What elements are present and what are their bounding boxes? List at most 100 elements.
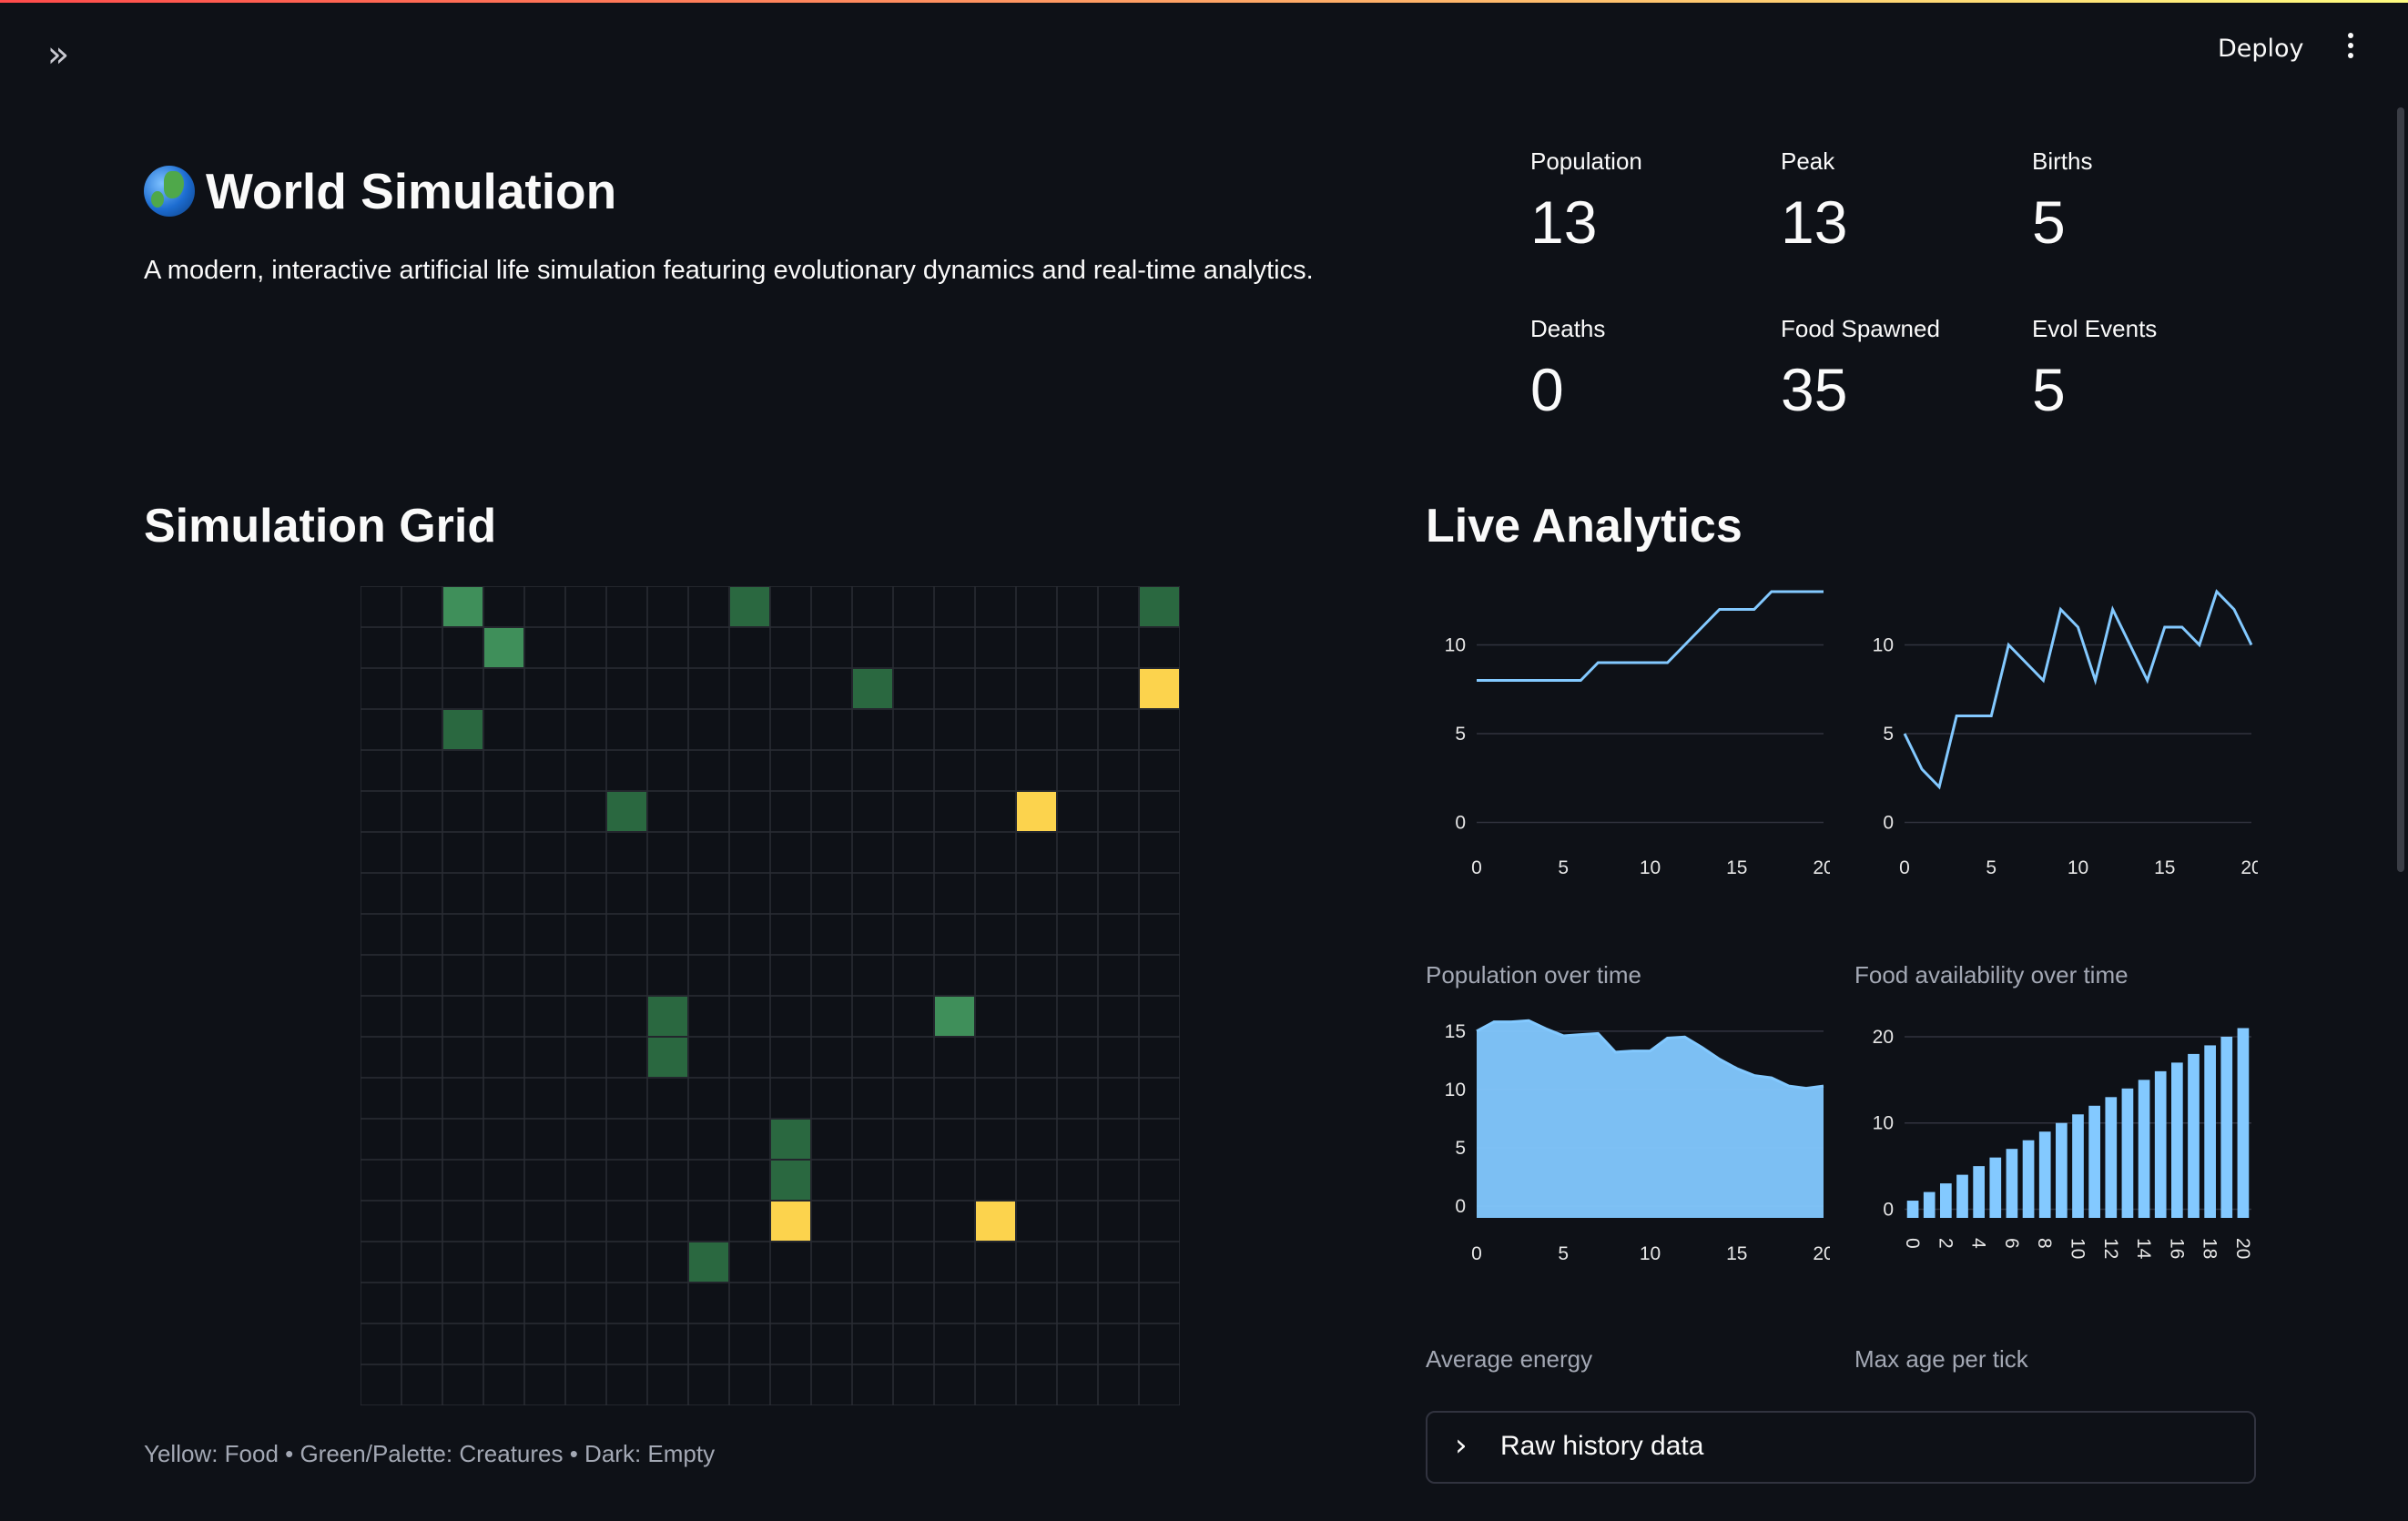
y-tick-label: 10 [1873,635,1894,656]
bar [1940,1183,1952,1218]
x-tick-label: 12 [2100,1238,2121,1259]
live-analytics-heading: Live Analytics [1426,500,1742,553]
y-tick-label: 15 [1445,1021,1466,1042]
bar [2121,1088,2134,1218]
y-tick-label: 0 [1883,1200,1894,1221]
page-subtitle: A modern, interactive artificial life si… [144,256,1314,285]
bar [1989,1157,2002,1218]
x-tick-label: 15 [1726,857,1747,878]
creature-cell [771,1120,810,1159]
x-tick-label: 10 [2068,857,2088,878]
expander-label: Raw history data [1500,1431,1704,1461]
x-tick-label: 18 [2200,1238,2220,1259]
x-tick-label: 6 [2001,1238,2022,1249]
metric-label: Population [1530,147,1642,175]
creature-cell [607,792,646,831]
sidebar-expand-icon[interactable]: » [38,36,78,73]
creature-cell [443,710,483,749]
series-line [1903,589,2253,790]
creature-cell [484,628,523,667]
grid-legend: Yellow: Food • Green/Palette: Creatures … [144,1440,716,1467]
creature-cell [935,997,974,1036]
simulation-grid-canvas [361,586,1180,1405]
energy-chart-svg: 0 5 10 15 0 5 10 15 20 [1445,1019,1834,1264]
metric-label: Food Spawned [1781,315,1940,342]
deploy-button[interactable]: Deploy [2218,35,2304,63]
metric-label: Evol Events [2032,315,2158,342]
population-chart: 0 5 10 0 5 10 15 20 [1420,583,1834,896]
creature-cell [689,1242,728,1282]
food-cell [1140,669,1179,708]
raw-history-expander[interactable]: › Raw history data [1426,1411,2256,1484]
bar [2220,1036,2233,1218]
page-title: World Simulation [144,162,616,220]
page-title-text: World Simulation [206,163,617,219]
chevron-right-icon: › [1455,1427,1468,1464]
creature-cell [648,1038,687,1077]
metric-label: Deaths [1530,315,1606,342]
chart-caption-max-age: Max age per tick [1854,1345,2028,1373]
y-tick-label: 10 [1445,1080,1466,1100]
simulation-grid-heading: Simulation Grid [144,500,497,553]
bar [1973,1166,1985,1218]
x-tick-label: 16 [2166,1238,2187,1259]
x-tick-label: 4 [1968,1238,1989,1249]
y-tick-label: 5 [1455,724,1466,745]
bar [1956,1174,1968,1218]
x-tick-label: 14 [2133,1238,2154,1260]
bar [2138,1080,2150,1218]
food-cell [771,1202,810,1241]
x-tick-label: 2 [1935,1238,1956,1249]
metric-value: 0 [1530,356,1564,423]
metric-peak: Peak 13 [1781,147,2017,252]
metric-value: 5 [2032,356,2066,423]
bar [2006,1149,2018,1218]
metric-value: 13 [1781,188,1848,256]
x-tick-label: 8 [2034,1238,2055,1249]
page-scrollbar[interactable] [2397,107,2404,872]
main-menu-icon[interactable] [2342,33,2360,73]
x-tick-label: 15 [1726,1243,1747,1264]
bar [2038,1131,2051,1218]
x-tick-label: 20 [2232,1238,2253,1259]
bar [2056,1122,2068,1218]
x-tick-label: 20 [1813,857,1830,878]
metric-evol-events: Evol Events 5 [2032,315,2269,420]
x-tick-label: 5 [1558,1243,1569,1264]
creature-cell [853,669,892,708]
max-age-chart-svg: 0 10 20 0 2 4 6 8 10 12 14 16 18 20 [1873,1027,2253,1260]
chart-caption-energy: Average energy [1426,1345,1593,1373]
max-age-chart: 0 10 20 0 2 4 6 8 10 12 14 16 18 20 [1848,1010,2258,1287]
x-tick-label: 0 [1471,1243,1482,1264]
metric-value: 5 [2032,188,2066,256]
metric-births: Births 5 [2032,147,2269,252]
metric-population: Population 13 [1530,147,1767,252]
metric-label: Births [2032,147,2093,175]
bar [2072,1114,2084,1218]
x-tick-label: 10 [1640,1243,1661,1264]
metric-value: 35 [1781,356,1848,423]
food-cell [976,1202,1015,1241]
y-tick-label: 0 [1455,813,1466,834]
bar [2237,1028,2250,1218]
x-tick-label: 5 [1986,857,1997,878]
y-tick-label: 0 [1883,813,1894,834]
x-tick-label: 5 [1558,857,1569,878]
food-chart: 0 5 10 0 5 10 15 20 [1848,583,2262,896]
bar [1923,1191,1936,1218]
metric-deaths: Deaths 0 [1530,315,1767,420]
y-tick-label: 5 [1455,1138,1466,1159]
chart-caption-population: Population over time [1426,961,1642,989]
x-tick-label: 10 [1640,857,1661,878]
simulation-grid [361,586,1180,1405]
x-tick-label: 0 [1902,1238,1923,1249]
bar [2022,1140,2035,1218]
creature-cell [1140,587,1179,626]
y-tick-label: 5 [1883,724,1894,745]
chart-caption-food: Food availability over time [1854,961,2129,989]
y-tick-label: 0 [1455,1196,1466,1217]
y-tick-label: 10 [1873,1113,1894,1134]
bar [1906,1201,1919,1218]
top-accent-line [0,0,2408,3]
food-cell [1017,792,1056,831]
